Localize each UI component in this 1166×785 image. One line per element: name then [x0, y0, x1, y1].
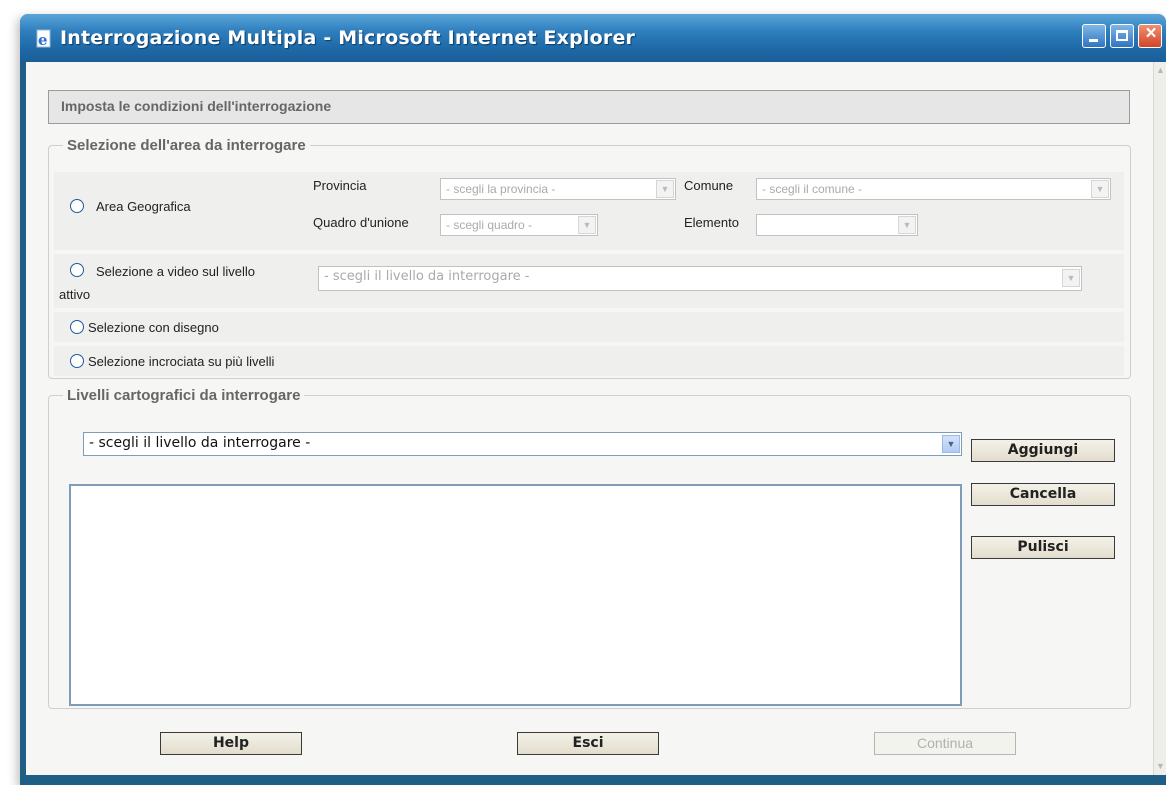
area-selection-legend: Selezione dell'area da interrogare [67, 137, 306, 154]
pulisci-button[interactable]: Pulisci [971, 536, 1115, 559]
continua-button: Continua [874, 732, 1016, 755]
scroll-up-icon[interactable]: ▲ [1154, 64, 1166, 77]
selezione-video-row: Selezione a video sul livello attivo - s… [54, 254, 1124, 308]
selezione-disegno-row: Selezione con disegno [54, 312, 1124, 342]
livello-value: - scegli il livello da interrogare - [89, 435, 311, 451]
ie-page-icon: e [36, 29, 51, 49]
chevron-down-icon: ▼ [942, 435, 960, 453]
chevron-down-icon: ▼ [1062, 269, 1080, 287]
area-geografica-label: Area Geografica [96, 199, 191, 214]
quadro-label: Quadro d'unione [313, 215, 409, 230]
maximize-icon [1116, 30, 1128, 41]
chevron-down-icon: ▼ [898, 216, 916, 234]
vertical-scrollbar[interactable]: ▲ ▼ [1153, 62, 1166, 775]
selezione-incrociata-radio[interactable] [70, 354, 84, 368]
livello-attivo-value: - scegli il livello da interrogare - [324, 269, 530, 284]
area-selection-group: Selezione dell'area da interrogare Area … [48, 137, 1131, 379]
help-button[interactable]: Help [160, 732, 302, 755]
livello-select[interactable]: - scegli il livello da interrogare - ▼ [83, 432, 962, 456]
selezione-video-radio[interactable] [70, 263, 84, 277]
dialog-content: Imposta le condizioni dell'interrogazion… [26, 62, 1166, 775]
comune-label: Comune [684, 178, 734, 193]
selezione-incrociata-label: Selezione incrociata su più livelli [88, 354, 275, 369]
close-button[interactable]: × [1138, 23, 1162, 48]
page-header: Imposta le condizioni dell'interrogazion… [48, 90, 1130, 124]
title-bar[interactable]: e Interrogazione Multipla - Microsoft In… [20, 14, 1166, 62]
livelli-listbox[interactable] [69, 484, 962, 706]
esci-button[interactable]: Esci [517, 732, 659, 755]
area-geografica-row: Area Geografica Provincia - scegli la pr… [54, 172, 1124, 250]
window-title: Interrogazione Multipla - Microsoft Inte… [60, 27, 636, 49]
selezione-video-label: Selezione a video sul livello [96, 264, 255, 279]
scroll-down-icon[interactable]: ▼ [1154, 760, 1166, 773]
elemento-label: Elemento [684, 215, 739, 230]
provincia-select[interactable]: - scegli la provincia - ▼ [440, 178, 676, 200]
selezione-disegno-radio[interactable] [70, 320, 84, 334]
selezione-disegno-label: Selezione con disegno [88, 320, 219, 335]
comune-select[interactable]: - scegli il comune - ▼ [756, 178, 1111, 200]
selezione-video-label-cont: attivo [59, 287, 91, 302]
aggiungi-button[interactable]: Aggiungi [971, 439, 1115, 462]
browser-window: e Interrogazione Multipla - Microsoft In… [20, 14, 1166, 785]
livello-attivo-select[interactable]: - scegli il livello da interrogare - ▼ [318, 266, 1082, 291]
comune-value: - scegli il comune - [762, 182, 863, 196]
area-geografica-radio[interactable] [70, 199, 84, 213]
elemento-select[interactable]: ▼ [756, 214, 918, 236]
chevron-down-icon: ▼ [656, 180, 674, 198]
minimize-icon [1089, 39, 1098, 42]
page-title: Imposta le condizioni dell'interrogazion… [61, 98, 332, 114]
chevron-down-icon: ▼ [578, 216, 596, 234]
close-icon: × [1145, 23, 1157, 44]
provincia-value: - scegli la provincia - [446, 182, 556, 196]
maximize-button[interactable] [1110, 24, 1134, 48]
quadro-select[interactable]: - scegli quadro - ▼ [440, 214, 598, 236]
svg-text:e: e [38, 31, 48, 49]
cancella-button[interactable]: Cancella [971, 483, 1115, 506]
livelli-legend: Livelli cartografici da interrogare [67, 387, 301, 404]
chevron-down-icon: ▼ [1091, 180, 1109, 198]
minimize-button[interactable] [1082, 24, 1106, 48]
selezione-incrociata-row: Selezione incrociata su più livelli [54, 346, 1124, 376]
provincia-label: Provincia [313, 178, 367, 193]
quadro-value: - scegli quadro - [446, 218, 533, 232]
